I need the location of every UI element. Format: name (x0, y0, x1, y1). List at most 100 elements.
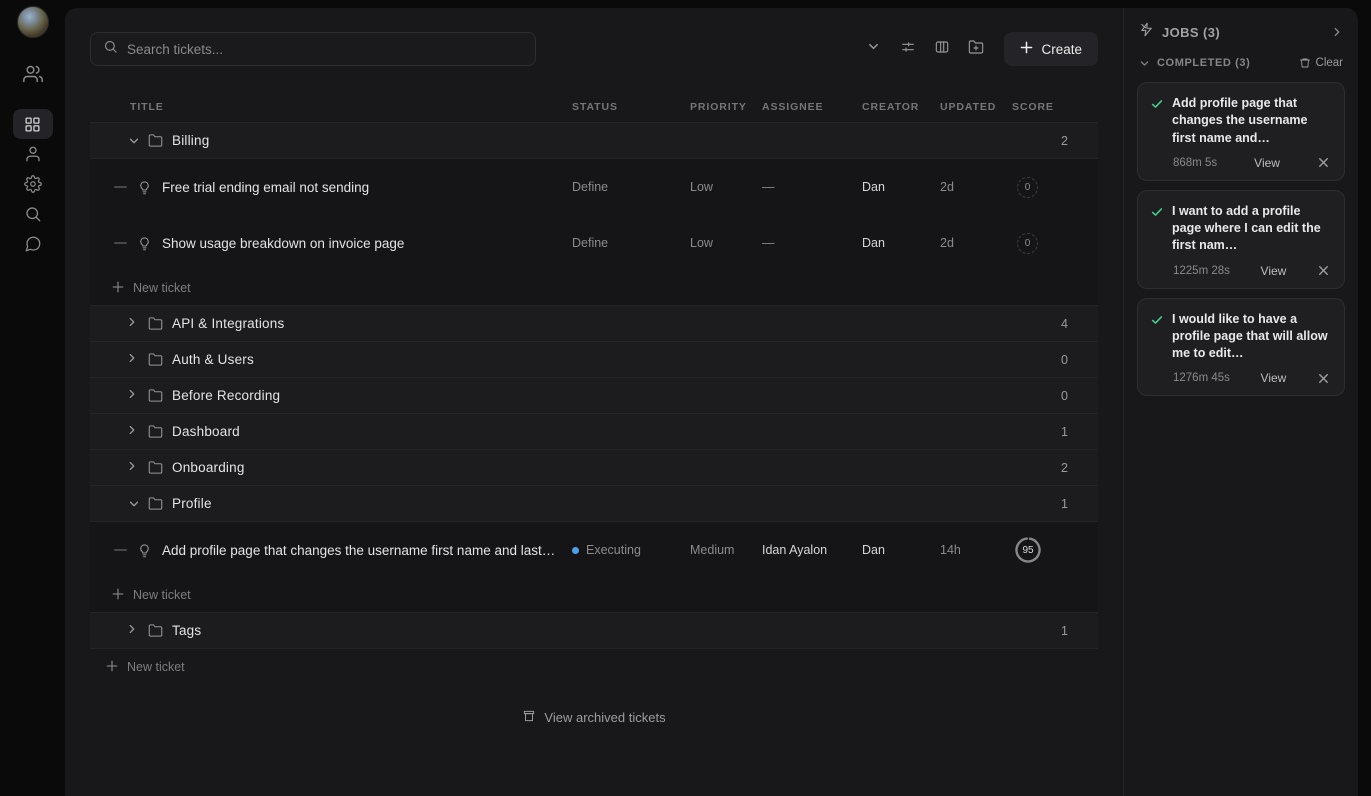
team-icon (23, 64, 43, 84)
sidebar-item-chat[interactable] (13, 229, 53, 259)
main-panel: Create TITLESTATUSPRIORITYASSIGNEECREATO… (65, 8, 1358, 796)
chevron-icon (123, 135, 141, 147)
ticket-group-row[interactable]: Dashboard 1 (90, 414, 1098, 450)
group-name: Before Recording (172, 388, 280, 403)
completed-section-header[interactable]: COMPLETED (3) Clear (1137, 53, 1345, 73)
app-root: Create TITLESTATUSPRIORITYASSIGNEECREATO… (0, 0, 1371, 796)
create-button[interactable]: Create (1004, 32, 1098, 66)
search-icon (103, 39, 118, 59)
group-items: Free trial ending email not sending Defi… (90, 159, 1098, 306)
group-name: Billing (172, 133, 209, 148)
group-ticket-count: 1 (1061, 624, 1068, 638)
collapse-panel-button[interactable] (1331, 26, 1343, 38)
status-dot (572, 547, 579, 554)
new-ticket-button[interactable]: New ticket (90, 649, 1098, 685)
sidebar-item-dashboard[interactable] (13, 109, 53, 139)
ticket-row[interactable]: Free trial ending email not sending Defi… (90, 159, 1098, 215)
new-ticket-label: New ticket (127, 660, 185, 674)
table-header: TITLESTATUSPRIORITYASSIGNEECREATORUPDATE… (90, 92, 1098, 122)
ticket-row[interactable]: Show usage breakdown on invoice page Def… (90, 215, 1098, 271)
folder-icon (148, 316, 163, 331)
search-input[interactable] (127, 42, 523, 57)
folder-icon (148, 623, 163, 638)
create-button-label: Create (1041, 42, 1082, 57)
jobs-panel-title: JOBS (3) (1162, 25, 1220, 40)
ticket-assignee: — (762, 180, 862, 194)
ticket-status: Executing (572, 543, 690, 557)
job-view-button[interactable]: View (1254, 156, 1280, 170)
ticket-group-row[interactable]: Onboarding 2 (90, 450, 1098, 486)
collapse-all-button[interactable] (861, 37, 886, 62)
sidebar-item-profile[interactable] (13, 139, 53, 169)
chevron-icon (126, 459, 138, 477)
ticket-priority: Medium (690, 543, 762, 557)
group-name: Dashboard (172, 424, 240, 439)
group-ticket-count: 2 (1061, 461, 1068, 475)
job-card[interactable]: Add profile page that changes the userna… (1137, 82, 1345, 181)
drag-handle[interactable] (114, 186, 127, 188)
ticket-group-row[interactable]: Before Recording 0 (90, 378, 1098, 414)
lightbulb-icon (137, 236, 152, 251)
drag-handle[interactable] (114, 242, 127, 244)
chat-icon (24, 235, 42, 253)
score-badge: 0 (1017, 233, 1038, 254)
trash-icon (1299, 57, 1311, 69)
job-card-top: I want to add a profile page where I can… (1150, 203, 1332, 255)
plus-icon (1020, 41, 1033, 57)
ticket-row[interactable]: Add profile page that changes the userna… (90, 522, 1098, 578)
ticket-updated: 2d (940, 180, 1012, 194)
ticket-assignee: Idan Ayalon (762, 543, 862, 557)
column-header-assignee: ASSIGNEE (762, 101, 862, 113)
new-ticket-button[interactable]: New ticket (90, 271, 1098, 305)
sidebar-item-settings[interactable] (13, 169, 53, 199)
add-folder-button[interactable] (963, 37, 988, 62)
job-view-button[interactable]: View (1261, 371, 1287, 385)
lightbulb-icon (137, 180, 152, 195)
ticket-title-cell: Show usage breakdown on invoice page (90, 236, 572, 251)
plus-icon (112, 281, 124, 296)
job-view-button[interactable]: View (1261, 264, 1287, 278)
view-archived-button[interactable]: View archived tickets (522, 709, 665, 726)
drag-handle[interactable] (114, 549, 127, 551)
group-name: API & Integrations (172, 316, 284, 331)
bolt-icon (1139, 22, 1154, 42)
job-dismiss-icon[interactable] (1317, 156, 1332, 169)
toolbar: Create (861, 32, 1098, 66)
sidebar-item-team[interactable] (13, 59, 53, 89)
ticket-score: 95 (1012, 536, 1098, 564)
tickets-content: Create TITLESTATUSPRIORITYASSIGNEECREATO… (65, 8, 1123, 796)
column-header-priority: PRIORITY (690, 101, 762, 113)
chevron-icon (126, 423, 138, 441)
ticket-group-row[interactable]: Billing 2 (90, 123, 1098, 159)
ticket-status: Define (572, 236, 690, 250)
chevron-icon (126, 315, 138, 333)
job-card-top: Add profile page that changes the userna… (1150, 95, 1332, 147)
ticket-title: Show usage breakdown on invoice page (162, 236, 418, 251)
new-ticket-button[interactable]: New ticket (90, 578, 1098, 612)
ticket-updated: 2d (940, 236, 1012, 250)
column-header-score: SCORE (1012, 101, 1098, 113)
clear-jobs-button[interactable]: Clear (1299, 57, 1343, 69)
columns-view-button[interactable] (929, 37, 954, 62)
user-avatar[interactable] (17, 6, 49, 38)
check-icon (1150, 97, 1164, 147)
job-card[interactable]: I would like to have a profile page that… (1137, 298, 1345, 397)
folder-plus-icon (968, 39, 984, 60)
job-dismiss-icon[interactable] (1317, 372, 1332, 385)
ticket-group-row[interactable]: Auth & Users 0 (90, 342, 1098, 378)
job-card-bottom: 868m 5s View (1150, 156, 1332, 170)
job-dismiss-icon[interactable] (1317, 264, 1332, 277)
sidebar-item-search[interactable] (13, 199, 53, 229)
group-items: Add profile page that changes the userna… (90, 522, 1098, 613)
filter-button[interactable] (895, 37, 920, 62)
ticket-group-row[interactable]: Tags 1 (90, 613, 1098, 649)
ticket-group-row[interactable]: API & Integrations 4 (90, 306, 1098, 342)
ticket-group-row[interactable]: Profile 1 (90, 486, 1098, 522)
job-duration: 1225m 28s (1173, 265, 1230, 277)
grid-icon (24, 116, 41, 133)
ticket-priority: Low (690, 180, 762, 194)
job-card[interactable]: I want to add a profile page where I can… (1137, 190, 1345, 289)
chevron-down-icon (867, 40, 880, 58)
folder-icon (148, 388, 163, 403)
ticket-status: Define (572, 180, 690, 194)
